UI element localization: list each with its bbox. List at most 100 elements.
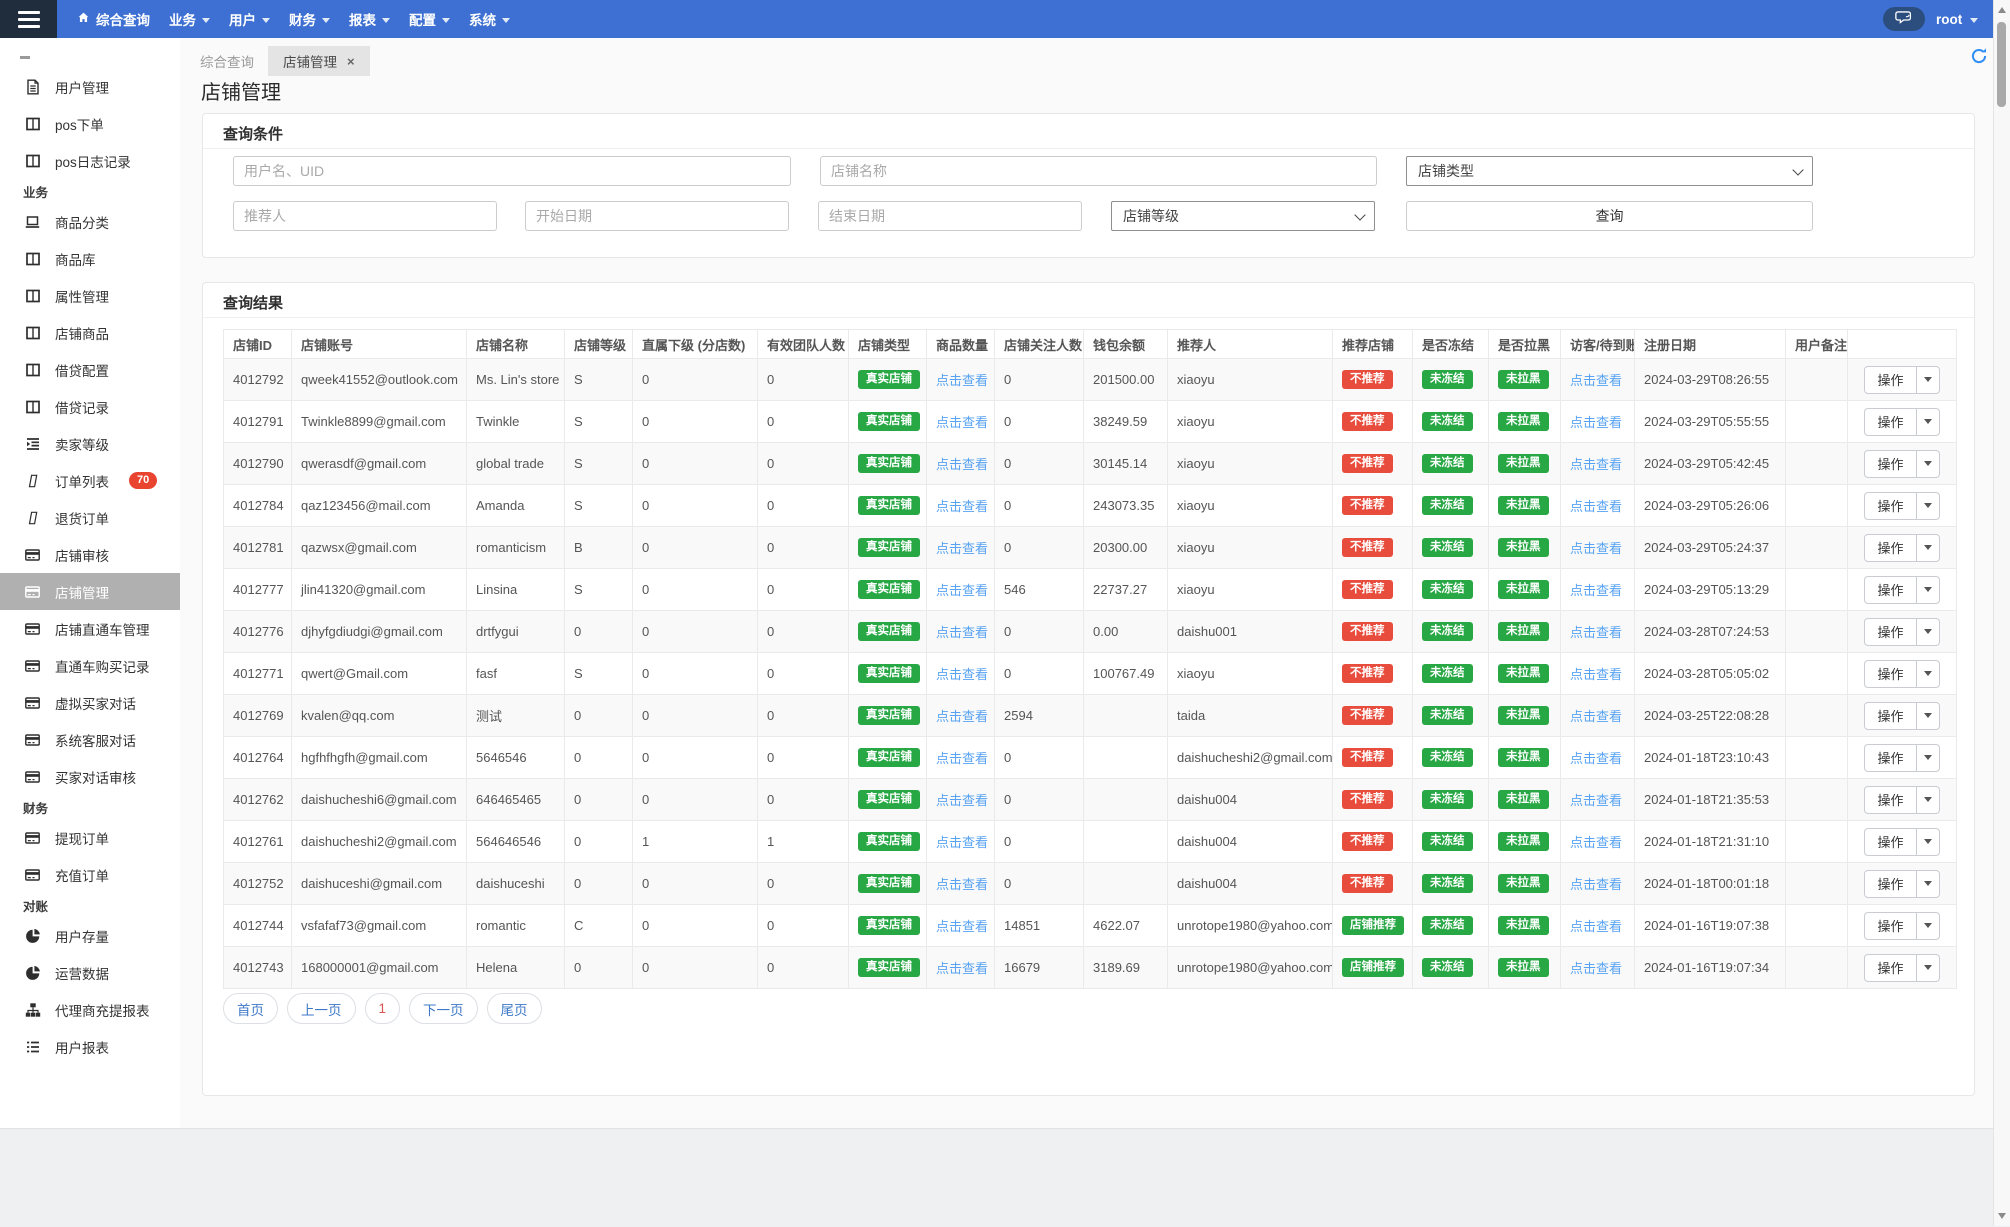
chevron-down-icon[interactable]: [1915, 870, 1939, 897]
sidebar-item-属性管理[interactable]: 属性管理: [0, 277, 180, 314]
chevron-down-icon[interactable]: [1915, 954, 1939, 981]
goods-view-link[interactable]: 点击查看: [936, 877, 988, 892]
sidebar-item-系统客服对话[interactable]: 系统客服对话: [0, 721, 180, 758]
sidebar-item-买家对话审核[interactable]: 买家对话审核: [0, 758, 180, 795]
goods-view-link[interactable]: 点击查看: [936, 709, 988, 724]
vertical-scrollbar[interactable]: [1993, 0, 2010, 1226]
goods-view-link[interactable]: 点击查看: [936, 625, 988, 640]
action-button[interactable]: 操作: [1864, 407, 1940, 436]
goods-view-link[interactable]: 点击查看: [936, 541, 988, 556]
visitors-view-link[interactable]: 点击查看: [1570, 751, 1622, 766]
sidebar-item-运营数据[interactable]: 运营数据: [0, 954, 180, 991]
chevron-down-icon[interactable]: [1915, 618, 1939, 645]
tab-shop-management[interactable]: 店铺管理 ×: [268, 46, 370, 76]
chevron-down-icon[interactable]: [1915, 828, 1939, 855]
visitors-view-link[interactable]: 点击查看: [1570, 373, 1622, 388]
shop-type-select[interactable]: 店铺类型: [1406, 156, 1813, 186]
sidebar-item-卖家等级[interactable]: 卖家等级: [0, 425, 180, 462]
referrer-input[interactable]: [233, 201, 497, 231]
hamburger-menu-icon[interactable]: [0, 0, 57, 38]
sidebar-item-虚拟买家对话[interactable]: 虚拟买家对话: [0, 684, 180, 721]
shop-name-input[interactable]: [820, 156, 1377, 186]
goods-view-link[interactable]: 点击查看: [936, 751, 988, 766]
goods-view-link[interactable]: 点击查看: [936, 457, 988, 472]
username-uid-input[interactable]: [233, 156, 791, 186]
visitors-view-link[interactable]: 点击查看: [1570, 415, 1622, 430]
visitors-view-link[interactable]: 点击查看: [1570, 583, 1622, 598]
page-last-button[interactable]: 尾页: [486, 993, 542, 1024]
chevron-down-icon[interactable]: [1915, 366, 1939, 393]
sidebar-item-店铺商品[interactable]: 店铺商品: [0, 314, 180, 351]
action-button[interactable]: 操作: [1864, 575, 1940, 604]
action-button[interactable]: 操作: [1864, 617, 1940, 646]
close-icon[interactable]: ×: [347, 54, 355, 69]
page-next-button[interactable]: 下一页: [409, 993, 478, 1024]
sidebar-item-退货订单[interactable]: 退货订单: [0, 499, 180, 536]
visitors-view-link[interactable]: 点击查看: [1570, 835, 1622, 850]
tab-overview[interactable]: 综合查询: [200, 46, 254, 76]
nav-item-1[interactable]: 综合查询: [77, 9, 150, 29]
shop-level-select[interactable]: 店铺等级: [1111, 201, 1375, 231]
action-button[interactable]: 操作: [1864, 785, 1940, 814]
visitors-view-link[interactable]: 点击查看: [1570, 709, 1622, 724]
nav-item-2[interactable]: 业务: [169, 9, 210, 29]
sidebar-item-直通车购买记录[interactable]: 直通车购买记录: [0, 647, 180, 684]
page-prev-button[interactable]: 上一页: [287, 993, 356, 1024]
visitors-view-link[interactable]: 点击查看: [1570, 457, 1622, 472]
goods-view-link[interactable]: 点击查看: [936, 499, 988, 514]
goods-view-link[interactable]: 点击查看: [936, 793, 988, 808]
action-button[interactable]: 操作: [1864, 491, 1940, 520]
sidebar-item-借贷配置[interactable]: 借贷配置: [0, 351, 180, 388]
action-button[interactable]: 操作: [1864, 743, 1940, 772]
sidebar-item-店铺审核[interactable]: 店铺审核: [0, 536, 180, 573]
visitors-view-link[interactable]: 点击查看: [1570, 793, 1622, 808]
sidebar-item-充值订单[interactable]: 充值订单: [0, 856, 180, 893]
sidebar-item-用户管理[interactable]: 用户管理: [0, 68, 180, 105]
sidebar-item-代理商充提报表[interactable]: 代理商充提报表: [0, 991, 180, 1028]
scroll-down-icon[interactable]: [1997, 1213, 2006, 1219]
sidebar-item-提现订单[interactable]: 提现订单: [0, 819, 180, 856]
action-button[interactable]: 操作: [1864, 533, 1940, 562]
nav-item-6[interactable]: 配置: [409, 9, 450, 29]
action-button[interactable]: 操作: [1864, 701, 1940, 730]
goods-view-link[interactable]: 点击查看: [936, 415, 988, 430]
sidebar-item-用户报表[interactable]: 用户报表: [0, 1028, 180, 1065]
search-button[interactable]: 查询: [1406, 201, 1813, 231]
sidebar-item-商品库[interactable]: 商品库: [0, 240, 180, 277]
sidebar-item-用户存量[interactable]: 用户存量: [0, 917, 180, 954]
visitors-view-link[interactable]: 点击查看: [1570, 625, 1622, 640]
chevron-down-icon[interactable]: [1915, 702, 1939, 729]
sidebar-item-订单列表[interactable]: 订单列表 70: [0, 462, 180, 499]
visitors-view-link[interactable]: 点击查看: [1570, 919, 1622, 934]
goods-view-link[interactable]: 点击查看: [936, 667, 988, 682]
goods-view-link[interactable]: 点击查看: [936, 373, 988, 388]
sidebar-item-店铺管理[interactable]: 店铺管理: [0, 573, 180, 610]
sidebar-item-商品分类[interactable]: 商品分类: [0, 203, 180, 240]
end-date-input[interactable]: [818, 201, 1082, 231]
nav-item-5[interactable]: 报表: [349, 9, 390, 29]
user-menu[interactable]: root: [1936, 0, 1979, 38]
chevron-down-icon[interactable]: [1915, 534, 1939, 561]
refresh-icon[interactable]: [1970, 47, 1988, 65]
goods-view-link[interactable]: 点击查看: [936, 583, 988, 598]
chevron-down-icon[interactable]: [1915, 408, 1939, 435]
action-button[interactable]: 操作: [1864, 659, 1940, 688]
scroll-up-icon[interactable]: [1997, 7, 2006, 13]
nav-item-3[interactable]: 用户: [229, 9, 270, 29]
visitors-view-link[interactable]: 点击查看: [1570, 499, 1622, 514]
nav-item-4[interactable]: 财务: [289, 9, 330, 29]
chevron-down-icon[interactable]: [1915, 492, 1939, 519]
start-date-input[interactable]: [525, 201, 789, 231]
goods-view-link[interactable]: 点击查看: [936, 835, 988, 850]
chevron-down-icon[interactable]: [1915, 450, 1939, 477]
visitors-view-link[interactable]: 点击查看: [1570, 877, 1622, 892]
action-button[interactable]: 操作: [1864, 911, 1940, 940]
sidebar-item-pos日志记录[interactable]: pos日志记录: [0, 142, 180, 179]
page-first-button[interactable]: 首页: [223, 993, 278, 1024]
chevron-down-icon[interactable]: [1915, 660, 1939, 687]
sidebar-item-借贷记录[interactable]: 借贷记录: [0, 388, 180, 425]
goods-view-link[interactable]: 点击查看: [936, 919, 988, 934]
action-button[interactable]: 操作: [1864, 869, 1940, 898]
action-button[interactable]: 操作: [1864, 953, 1940, 982]
action-button[interactable]: 操作: [1864, 449, 1940, 478]
